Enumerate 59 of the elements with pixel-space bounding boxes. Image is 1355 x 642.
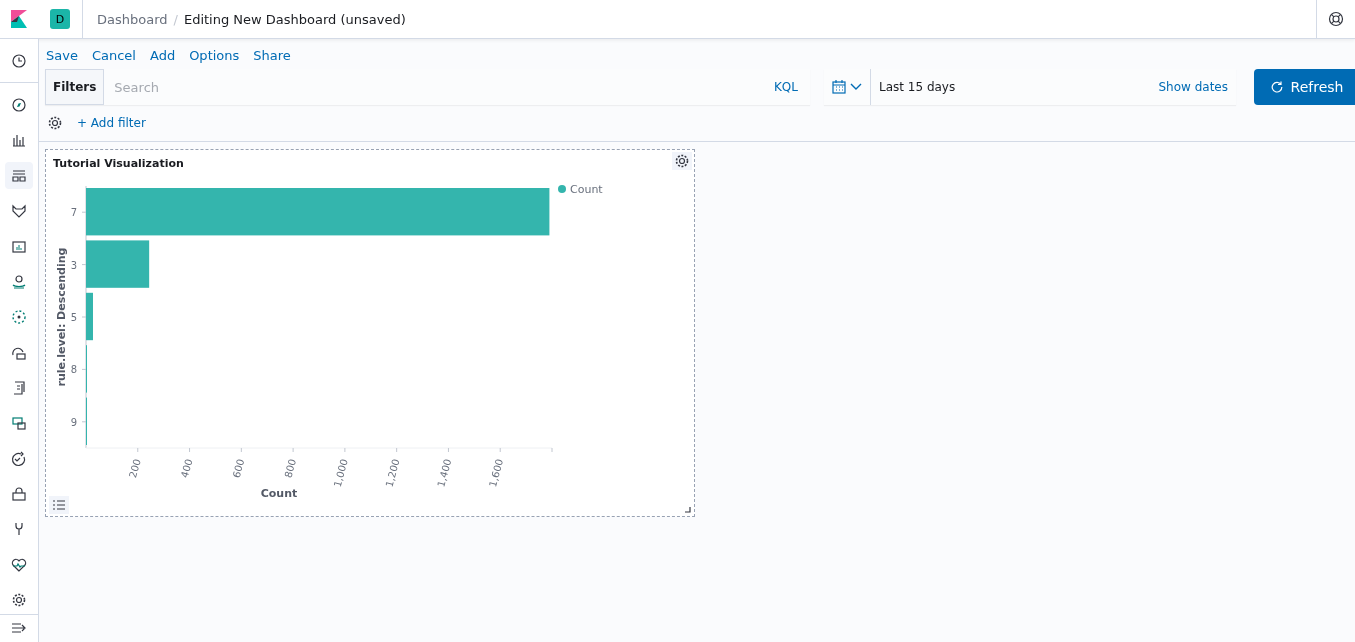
check-arrow-icon (11, 450, 27, 467)
y-tick-label: 3 (70, 259, 77, 271)
monitor-icon (11, 415, 27, 432)
x-axis-title: Count (260, 487, 298, 500)
panel-title: Tutorial Visualization (53, 157, 184, 170)
search-field[interactable]: Search (104, 78, 762, 96)
x-tick-label: 400 (178, 457, 195, 479)
y-tick-label: 9 (70, 416, 77, 428)
y-tick-label: 5 (70, 312, 77, 323)
x-tick-label: 1,600 (487, 457, 506, 489)
y-tick-label: 8 (70, 364, 77, 376)
refresh-icon (1270, 81, 1283, 93)
refresh-button[interactable]: Refresh (1254, 69, 1355, 105)
settings-icon (674, 153, 690, 169)
x-tick-label: 1,200 (383, 457, 402, 489)
legend-label[interactable]: Count (570, 183, 603, 196)
resize-handle-icon[interactable] (685, 507, 691, 513)
x-tick-label: 800 (282, 457, 299, 479)
time-range[interactable]: Last 15 days (871, 80, 1159, 94)
x-tick-label: 600 (230, 457, 247, 479)
list-icon (53, 500, 65, 510)
toolbar-link[interactable]: Cancel (91, 48, 136, 63)
x-tick-label: 1,000 (331, 457, 350, 489)
lock-icon (11, 486, 27, 502)
show-dates-link[interactable]: Show dates (1158, 80, 1236, 94)
breadcrumb-separator: / (173, 11, 178, 27)
x-tick-label: 1,400 (435, 457, 454, 489)
add-filter-link[interactable]: + Add filter (77, 116, 146, 130)
bar-chart-icon (11, 132, 27, 149)
chevron-down-icon (850, 83, 862, 91)
logo-icon[interactable] (11, 10, 27, 28)
map-pin-icon (11, 273, 27, 290)
bar[interactable] (86, 292, 93, 341)
toolbar-link[interactable]: Add (149, 48, 176, 63)
toolbar-link[interactable]: Share (253, 48, 291, 63)
clock-icon (11, 52, 27, 69)
gear-icon (11, 592, 27, 609)
space-avatar[interactable]: D (50, 9, 70, 29)
toolbar-link[interactable]: Save (46, 48, 78, 63)
x-tick-label: 200 (127, 457, 143, 479)
fox-head-icon (11, 203, 27, 220)
legend-toggle-button[interactable] (49, 496, 69, 514)
y-tick-label: 7 (70, 207, 77, 219)
compass-icon (11, 97, 27, 114)
lifebuoy-icon[interactable] (1328, 11, 1344, 27)
kql-link[interactable]: KQL (762, 80, 810, 94)
breadcrumb[interactable]: Dashboard (97, 11, 168, 27)
toolbar-link[interactable]: Options (189, 48, 240, 63)
filters-label[interactable]: Filters (45, 69, 105, 105)
breadcrumb[interactable]: Editing New Dashboard (unsaved) (183, 11, 406, 27)
heart-pulse-icon (11, 556, 27, 573)
settings-icon[interactable] (47, 115, 63, 131)
easel-icon (11, 238, 27, 255)
panel-options-button[interactable] (672, 152, 692, 170)
calendar-icon (832, 80, 846, 94)
dashboard-icon (11, 167, 27, 184)
collapse-menu-icon[interactable] (12, 622, 26, 635)
y-axis-title: rule.level: Descending (55, 247, 68, 387)
dotted-circle-icon (11, 309, 27, 326)
